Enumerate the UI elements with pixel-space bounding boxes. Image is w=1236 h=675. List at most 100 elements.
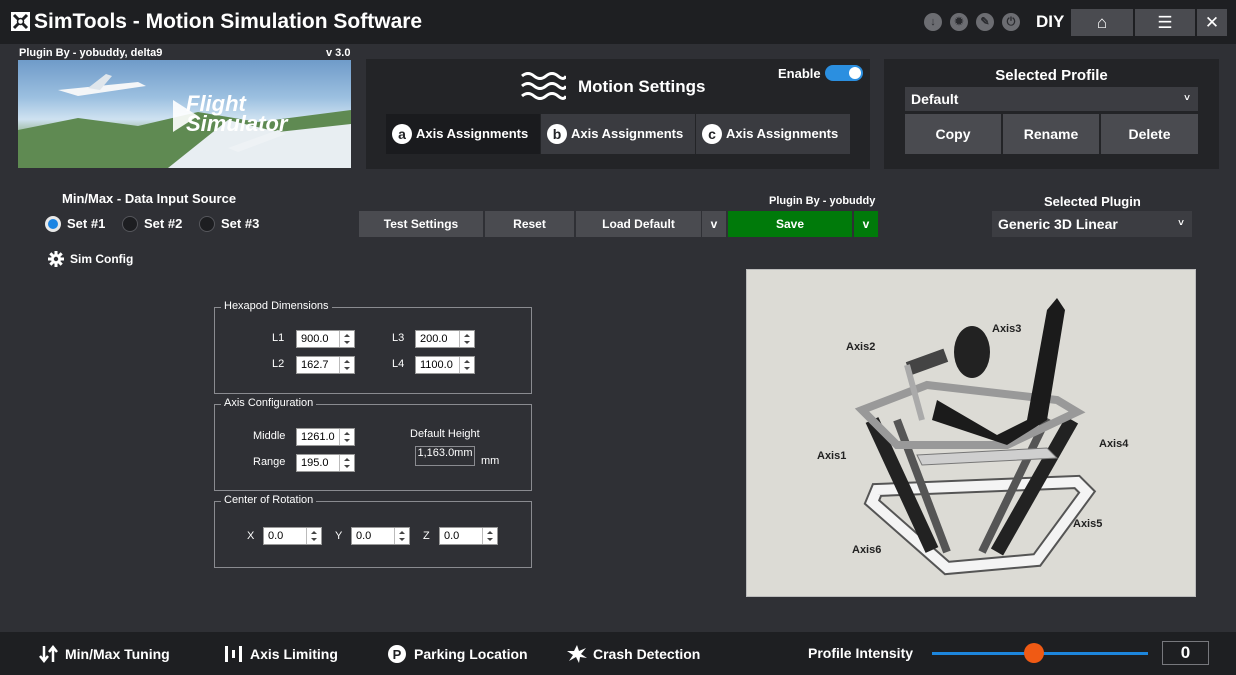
hamburger-icon: ☰	[1157, 13, 1173, 32]
z-input[interactable]: 0.0	[439, 527, 498, 545]
axis-limiting-button[interactable]: Axis Limiting	[224, 645, 338, 663]
menu-button[interactable]: ☰	[1135, 9, 1195, 36]
selected-plugin-title: Selected Plugin	[1044, 194, 1141, 209]
crash-detection-label: Crash Detection	[593, 646, 701, 662]
power-icon[interactable]: ⏻	[1002, 13, 1020, 31]
toggle-knob	[849, 67, 861, 79]
enable-label: Enable	[778, 66, 821, 81]
sim-config-button[interactable]: Sim Config	[48, 251, 133, 267]
minmax-tuning-button[interactable]: Min/Max Tuning	[39, 645, 170, 663]
tab-label: Axis Assignments	[571, 126, 684, 141]
tab-axis-assignments-b[interactable]: b Axis Assignments	[541, 114, 695, 154]
load-default-button[interactable]: Load Default	[576, 211, 701, 237]
enable-toggle[interactable]	[825, 65, 863, 81]
middle-input[interactable]: 1261.0	[296, 428, 355, 446]
motion-settings-panel: Motion Settings Enable a Axis Assignment…	[366, 59, 870, 169]
chevron-down-icon: ˅	[1178, 218, 1184, 229]
group-title: Hexapod Dimensions	[221, 300, 332, 312]
minmax-tuning-label: Min/Max Tuning	[65, 646, 170, 662]
radio-indicator	[199, 216, 215, 232]
crash-detection-button[interactable]: Crash Detection	[567, 645, 700, 663]
l3-input[interactable]: 200.0	[415, 330, 475, 348]
l1-input[interactable]: 900.0	[296, 330, 355, 348]
range-value: 195.0	[301, 457, 329, 469]
spinner-arrows-icon[interactable]	[459, 331, 474, 347]
home-button[interactable]: ⌂	[1071, 9, 1133, 36]
letter-a-icon: a	[392, 124, 412, 144]
parking-location-button[interactable]: P Parking Location	[388, 645, 528, 663]
simtools-logo-icon	[11, 12, 30, 31]
letter-c-icon: c	[702, 124, 722, 144]
l2-input[interactable]: 162.7	[296, 356, 355, 374]
center-of-rotation-group: Center of Rotation X 0.0 Y 0.0 Z 0.0	[214, 494, 532, 568]
rename-button[interactable]: Rename	[1003, 114, 1099, 154]
save-button[interactable]: Save	[728, 211, 852, 237]
spinner-arrows-icon[interactable]	[306, 528, 321, 544]
copy-button[interactable]: Copy	[905, 114, 1001, 154]
spinner-arrows-icon[interactable]	[339, 455, 354, 471]
axis6-label: Axis6	[852, 544, 882, 556]
spinner-arrows-icon[interactable]	[482, 528, 497, 544]
axis5-label: Axis5	[1073, 518, 1103, 530]
y-label: Y	[335, 530, 343, 542]
intensity-slider-thumb[interactable]	[1023, 643, 1044, 663]
load-default-dropdown[interactable]: v	[702, 211, 726, 237]
l4-input[interactable]: 1100.0	[415, 356, 475, 374]
l4-value: 1100.0	[420, 359, 453, 371]
axis-limiting-label: Axis Limiting	[250, 646, 338, 662]
spinner-arrows-icon[interactable]	[339, 357, 354, 373]
gear-badge-icon[interactable]: ✹	[950, 13, 968, 31]
plugin-select[interactable]: Generic 3D Linear ˅	[992, 211, 1192, 237]
radio-label: Set #3	[221, 216, 260, 231]
tab-axis-assignments-c[interactable]: c Axis Assignments	[696, 114, 850, 154]
intensity-value-box[interactable]: 0	[1162, 641, 1209, 665]
spinner-arrows-icon[interactable]	[394, 528, 409, 544]
radio-set-1[interactable]: Set #1	[45, 216, 105, 232]
wrench-icon[interactable]: ✎	[976, 13, 994, 31]
parking-icon: P	[388, 645, 406, 663]
default-height-label: Default Height	[410, 428, 480, 440]
x-input[interactable]: 0.0	[263, 527, 322, 545]
parking-location-label: Parking Location	[414, 646, 528, 662]
waves-icon	[521, 72, 566, 100]
spinner-arrows-icon[interactable]	[459, 357, 474, 373]
download-icon[interactable]: ↓	[924, 13, 942, 31]
tab-axis-assignments-a[interactable]: a Axis Assignments	[386, 114, 540, 154]
z-value: 0.0	[444, 530, 460, 542]
delete-button[interactable]: Delete	[1101, 114, 1198, 154]
range-input[interactable]: 195.0	[296, 454, 355, 472]
l1-value: 900.0	[301, 333, 329, 345]
spinner-arrows-icon[interactable]	[339, 331, 354, 347]
hexapod-rig-image: Axis1 Axis2 Axis3 Axis4 Axis5 Axis6	[746, 269, 1196, 597]
axis-configuration-group: Axis Configuration Middle 1261.0 Range 1…	[214, 397, 532, 491]
x-value: 0.0	[268, 530, 284, 542]
reset-button[interactable]: Reset	[485, 211, 574, 237]
diy-label: DIY	[1036, 12, 1065, 31]
group-title: Center of Rotation	[221, 494, 317, 506]
radio-set-2[interactable]: Set #2	[122, 216, 182, 232]
test-settings-button[interactable]: Test Settings	[359, 211, 483, 237]
profile-select[interactable]: Default ˅	[905, 87, 1198, 111]
close-icon: ✕	[1204, 13, 1220, 32]
y-input[interactable]: 0.0	[351, 527, 410, 545]
z-label: Z	[423, 530, 430, 542]
home-icon: ⌂	[1096, 13, 1108, 32]
hexapod-dimensions-group: Hexapod Dimensions L1 900.0 L2 162.7 L3 …	[214, 300, 532, 394]
app-title: SimTools - Motion Simulation Software	[34, 10, 423, 33]
save-dropdown[interactable]: v	[854, 211, 878, 237]
tab-label: Axis Assignments	[726, 126, 839, 141]
radio-set-3[interactable]: Set #3	[199, 216, 259, 232]
profile-select-value: Default	[911, 91, 959, 107]
selected-profile-title: Selected Profile	[995, 67, 1108, 84]
banner-title: Flight Simulator	[186, 91, 288, 136]
y-value: 0.0	[356, 530, 372, 542]
l3-value: 200.0	[420, 333, 448, 345]
banner-artwork	[18, 74, 351, 168]
close-button[interactable]: ✕	[1197, 9, 1227, 36]
l3-label: L3	[392, 332, 405, 344]
default-height-value: 1,163.0mm	[415, 446, 475, 466]
radio-label: Set #2	[144, 216, 183, 231]
crash-burst-icon	[567, 645, 587, 663]
plugin-version-label: v 3.0	[326, 47, 351, 59]
spinner-arrows-icon[interactable]	[339, 429, 354, 445]
